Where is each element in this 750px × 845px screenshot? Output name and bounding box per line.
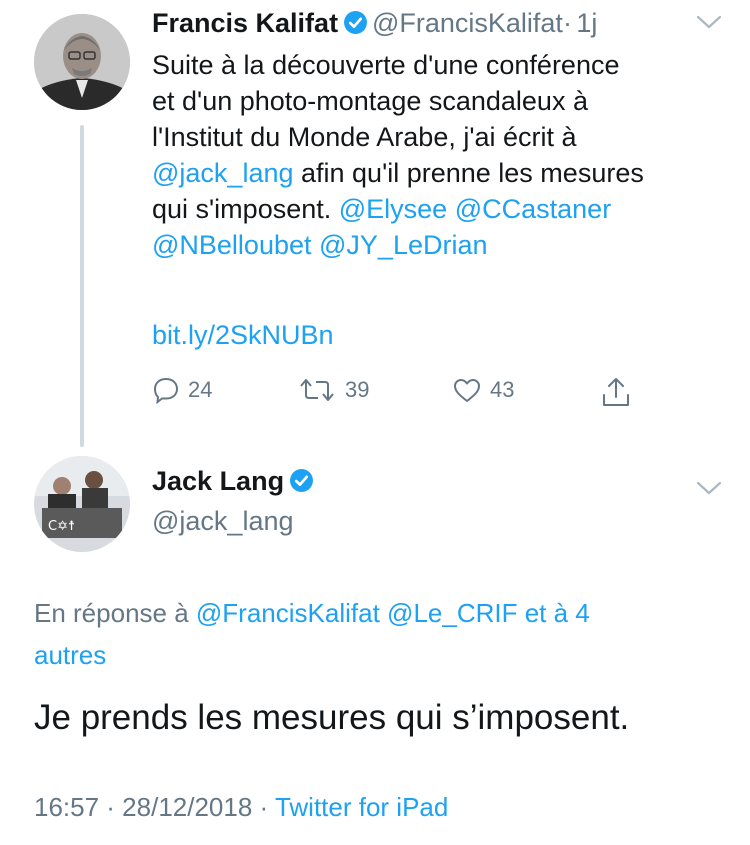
reply-others-text: autres	[34, 640, 107, 670]
tweet1-text: Suite à la découverte d'une conférence et…	[152, 47, 732, 263]
tweet-text-segment	[312, 230, 320, 260]
chevron-down-icon[interactable]	[696, 480, 722, 496]
author-handle[interactable]: @FrancisKalifat	[372, 8, 563, 38]
tweet-text-line: @NBelloubet @JY_LeDrian	[152, 227, 732, 263]
mention-link[interactable]: @CCastaner	[455, 194, 611, 224]
author-name[interactable]: Jack Lang	[152, 466, 284, 496]
chevron-down-icon[interactable]	[696, 14, 722, 30]
reply-prefix: En réponse à	[34, 598, 189, 628]
tweet2-header-name: Jack Lang	[152, 466, 314, 497]
tweet-text-segment: Suite à la découverte d'une conférence	[152, 50, 620, 80]
tweet-text-segment	[447, 194, 455, 224]
tweet-text-line: et d'un photo-montage scandaleux à	[152, 83, 732, 119]
author-name[interactable]: Francis Kalifat	[152, 8, 338, 38]
like-action[interactable]: 43	[452, 376, 514, 404]
share-icon[interactable]	[600, 375, 632, 409]
avatar-photo: C✡☨	[34, 456, 130, 552]
tweet2-meta: 16:57 · 28/12/2018 · Twitter for iPad	[34, 792, 448, 823]
tweet1-link[interactable]: bit.ly/2SkNUBn	[152, 317, 334, 353]
tweet-text-line: l'Institut du Monde Arabe, j'ai écrit à	[152, 119, 732, 155]
tweet-timestamp[interactable]: 16:57 · 28/12/2018 ·	[34, 792, 268, 822]
mention-link[interactable]: @NBelloubet	[152, 230, 312, 260]
thread-connector-line	[80, 125, 84, 447]
tweet-text-segment: afin qu'il prenne les mesures	[293, 158, 644, 188]
tweet-time[interactable]: 1j	[576, 8, 597, 38]
tweet-source[interactable]: Twitter for iPad	[275, 792, 448, 822]
reply-action[interactable]: 24	[152, 376, 212, 404]
tweet1-header: Francis Kalifat @FrancisKalifat· 1j	[152, 8, 712, 39]
tweet-text-line: @jack_lang afin qu'il prenne les mesures	[152, 155, 732, 191]
verified-badge-icon	[343, 11, 367, 34]
reply-icon	[153, 377, 179, 404]
reply-mention-le-crif[interactable]: @Le_CRIF	[387, 598, 517, 628]
reply-count: 24	[188, 377, 213, 402]
tweet-text-segment: l'Institut du Monde Arabe, j'ai écrit à	[152, 122, 577, 152]
like-icon	[454, 379, 480, 402]
avatar-photo	[34, 14, 130, 110]
mention-link[interactable]: @jack_lang	[152, 158, 294, 188]
time-separator: ·	[562, 8, 572, 38]
retweet-count: 39	[345, 377, 370, 402]
replying-to: En réponse à @FrancisKalifat @Le_CRIF et…	[34, 592, 724, 676]
author-handle[interactable]: @jack_lang	[152, 506, 294, 537]
mention-link[interactable]: @JY_LeDrian	[319, 230, 488, 260]
avatar-jack-lang[interactable]: C✡☨	[34, 456, 130, 552]
tweet-text-line: Suite à la découverte d'une conférence	[152, 47, 732, 83]
avatar-francis-kalifat[interactable]	[34, 14, 130, 110]
mention-link[interactable]: @Elysee	[339, 194, 447, 224]
tweet-text-line: qui s'imposent. @Elysee @CCastaner	[152, 191, 732, 227]
reply-and-text: et à 4	[524, 598, 590, 628]
verified-badge-icon	[289, 469, 313, 492]
tweet-text-segment: et d'un photo-montage scandaleux à	[152, 86, 588, 116]
retweet-icon	[300, 379, 334, 401]
tweet-text-segment: qui s'imposent.	[152, 194, 339, 224]
like-count: 43	[490, 377, 515, 402]
retweet-action[interactable]: 39	[297, 376, 369, 404]
tweet2-text: Je prends les mesures qui s’imposent.	[34, 698, 630, 737]
reply-mention-franciskalifat[interactable]: @FrancisKalifat	[196, 598, 380, 628]
svg-text:C✡☨: C✡☨	[48, 519, 75, 534]
